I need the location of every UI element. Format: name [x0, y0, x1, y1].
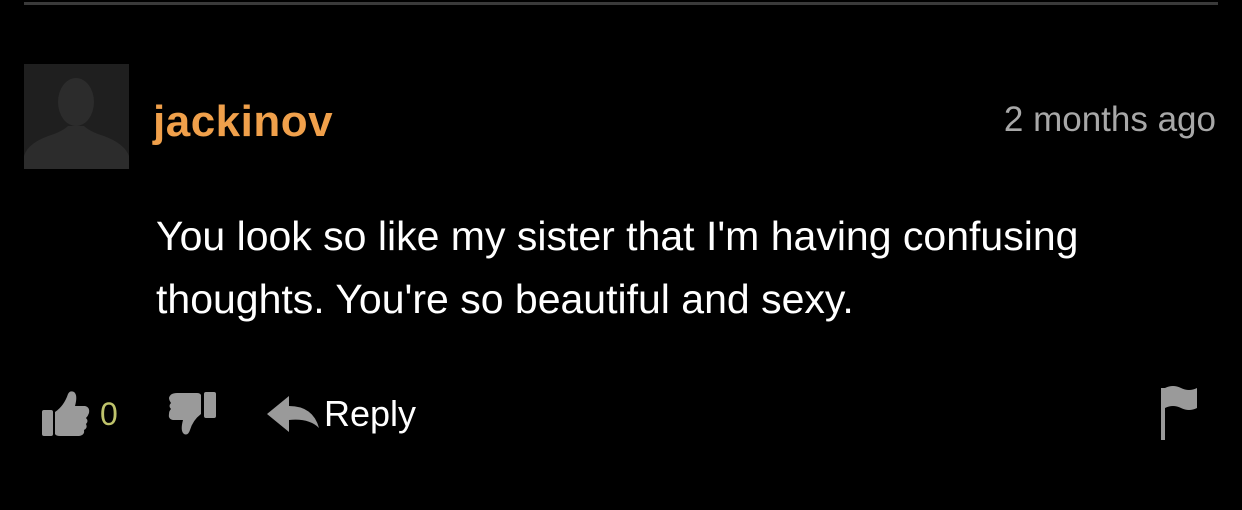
username-link[interactable]: jackinov	[153, 96, 333, 148]
comment-card: jackinov 2 months ago You look so like m…	[0, 0, 1242, 510]
flag-button[interactable]	[1159, 384, 1201, 440]
comment-actions: 0 Reply	[0, 380, 1242, 450]
reply-button[interactable]: Reply	[265, 388, 416, 440]
thumb-up-icon	[42, 391, 90, 436]
comment-timestamp: 2 months ago	[1003, 100, 1216, 139]
thumb-down-button[interactable]	[165, 388, 220, 440]
thumb-down-icon	[168, 392, 216, 435]
comment-body: You look so like my sister that I'm havi…	[156, 213, 1079, 322]
avatar[interactable]	[24, 64, 129, 169]
vote-count: 0	[100, 396, 118, 432]
thumb-up-button[interactable]	[40, 388, 92, 440]
flag-icon	[1161, 386, 1197, 440]
reply-label: Reply	[324, 393, 417, 434]
reply-arrow-icon	[267, 396, 319, 432]
user-silhouette-icon	[24, 64, 129, 169]
